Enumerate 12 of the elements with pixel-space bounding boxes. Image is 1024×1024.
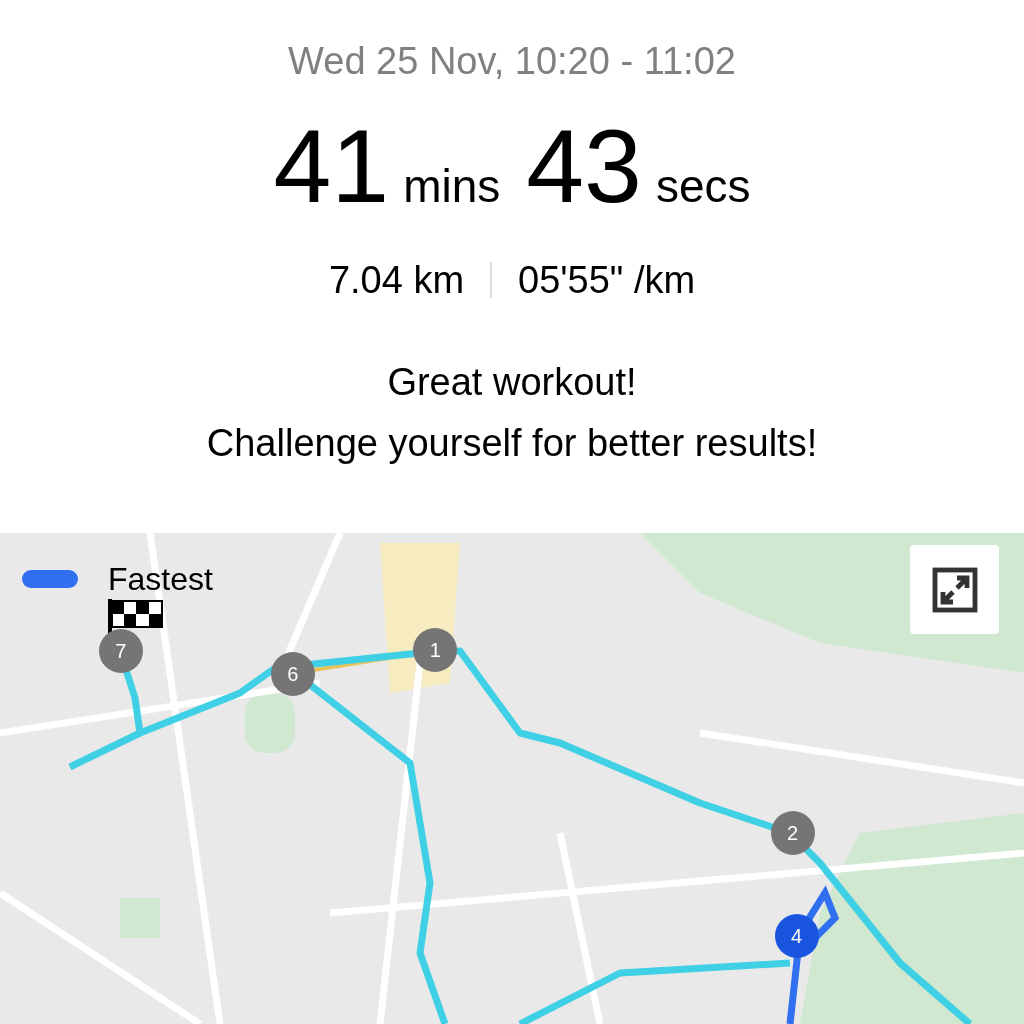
- date-range: Wed 25 Nov, 10:20 - 11:02: [288, 39, 736, 84]
- duration-value: 43: [526, 113, 642, 218]
- duration-unit: mins: [403, 162, 501, 209]
- duration-unit: secs: [655, 162, 751, 209]
- legend-label: Fastest: [108, 560, 213, 599]
- message-text: Challenge yourself for better results!: [206, 421, 818, 466]
- expand-icon: [930, 565, 979, 614]
- stat-text: 7.04 km: [328, 257, 465, 303]
- duration-value: 41: [273, 113, 390, 218]
- message-text: Great workout!: [387, 359, 637, 405]
- expand-button[interactable]: [910, 545, 999, 634]
- stat-text: 05'55" /km: [518, 257, 696, 303]
